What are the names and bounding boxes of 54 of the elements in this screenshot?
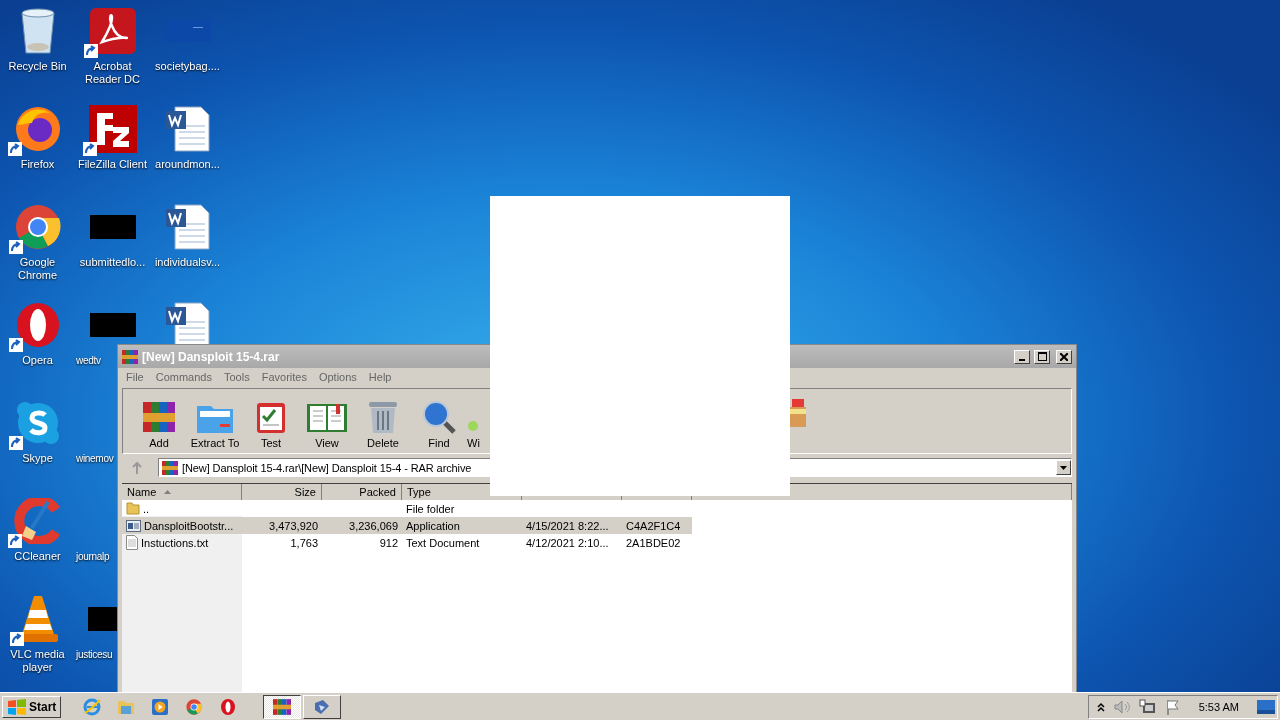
icon-label[interactable]: journalp: [75, 550, 110, 563]
table-cell: 912: [379, 536, 398, 549]
toolbar-button[interactable]: Wi: [467, 395, 480, 449]
icon-label[interactable]: Skype: [1, 452, 74, 465]
icon-label[interactable]: individualsv...: [151, 256, 224, 269]
icon-label[interactable]: societybag....: [151, 60, 224, 73]
table-cell: C4A2F1C4: [626, 519, 681, 532]
icon-label[interactable]: FileZilla Client: [76, 158, 149, 171]
file-row[interactable]: .. File folder: [122, 500, 1072, 517]
file-name: DansploitBootstr...: [144, 519, 234, 532]
icon-label[interactable]: Acrobat Reader DC: [76, 60, 149, 86]
file-name: Instuctions.txt: [141, 536, 209, 549]
column-header[interactable]: Packed: [322, 484, 402, 500]
column-header[interactable]: Size: [242, 484, 322, 500]
column-header[interactable]: Name: [122, 484, 242, 500]
icon-label[interactable]: aroundmon...: [151, 158, 224, 171]
icon-label[interactable]: submittedlo...: [76, 256, 149, 269]
table-cell: 4/12/2021 2:10...: [526, 536, 609, 549]
menu-item[interactable]: File: [120, 371, 150, 383]
address-text: [New] Dansploit 15-4.rar\[New] Dansploit 15-4 - RAR archive: [182, 461, 473, 474]
icon-label[interactable]: Opera: [1, 354, 74, 367]
icon-label[interactable]: Google Chrome: [1, 256, 74, 282]
file-row[interactable]: DansploitBootstr... 3,473,920 3,236,069 Application 4/15/2021 8:22... C4A2F1C4: [122, 517, 1072, 534]
table-cell: 4/15/2021 8:22...: [526, 519, 609, 532]
start-button[interactable]: Start: [2, 695, 62, 718]
icon-label[interactable]: VLC media player: [1, 648, 74, 674]
table-cell: Application: [406, 519, 460, 532]
toolbar-button[interactable]: View: [299, 395, 355, 449]
clock[interactable]: 5:53 AM: [1198, 700, 1239, 713]
toolbar-button[interactable]: Add: [131, 395, 187, 449]
icon-label[interactable]: wedtv: [75, 354, 101, 367]
menu-item[interactable]: Options: [312, 371, 363, 383]
menu-item[interactable]: Commands: [149, 371, 218, 383]
toolbar-button[interactable]: Find: [411, 395, 467, 449]
menu-item[interactable]: Help: [362, 371, 398, 383]
file-name: ..: [143, 502, 150, 515]
table-cell: 1,763: [290, 536, 318, 549]
icon-label[interactable]: CCleaner: [1, 550, 74, 563]
toolbar-button[interactable]: Delete: [355, 395, 411, 449]
window-title: [New] Dansploit 15-4.rar: [142, 349, 281, 364]
icon-label[interactable]: Firefox: [1, 158, 74, 171]
table-cell: File folder: [406, 502, 455, 515]
table-cell: Text Document: [406, 536, 480, 549]
icon-label[interactable]: Recycle Bin: [1, 60, 74, 73]
menu-item[interactable]: Favorites: [255, 371, 313, 383]
toolbar-button[interactable]: Test: [243, 395, 299, 449]
table-cell: 2A1BDE02: [626, 536, 681, 549]
icon-label[interactable]: justicesu: [75, 648, 113, 661]
table-cell: 3,473,920: [269, 519, 318, 532]
file-row[interactable]: Instuctions.txt 1,763 912 Text Document 4/12/2021 2:10... 2A1BDE02: [122, 534, 1072, 551]
icon-label[interactable]: winemov: [75, 452, 114, 465]
table-cell: 3,236,069: [349, 519, 398, 532]
menu-item[interactable]: Tools: [218, 371, 256, 383]
toolbar-button[interactable]: Extract To: [187, 395, 243, 449]
